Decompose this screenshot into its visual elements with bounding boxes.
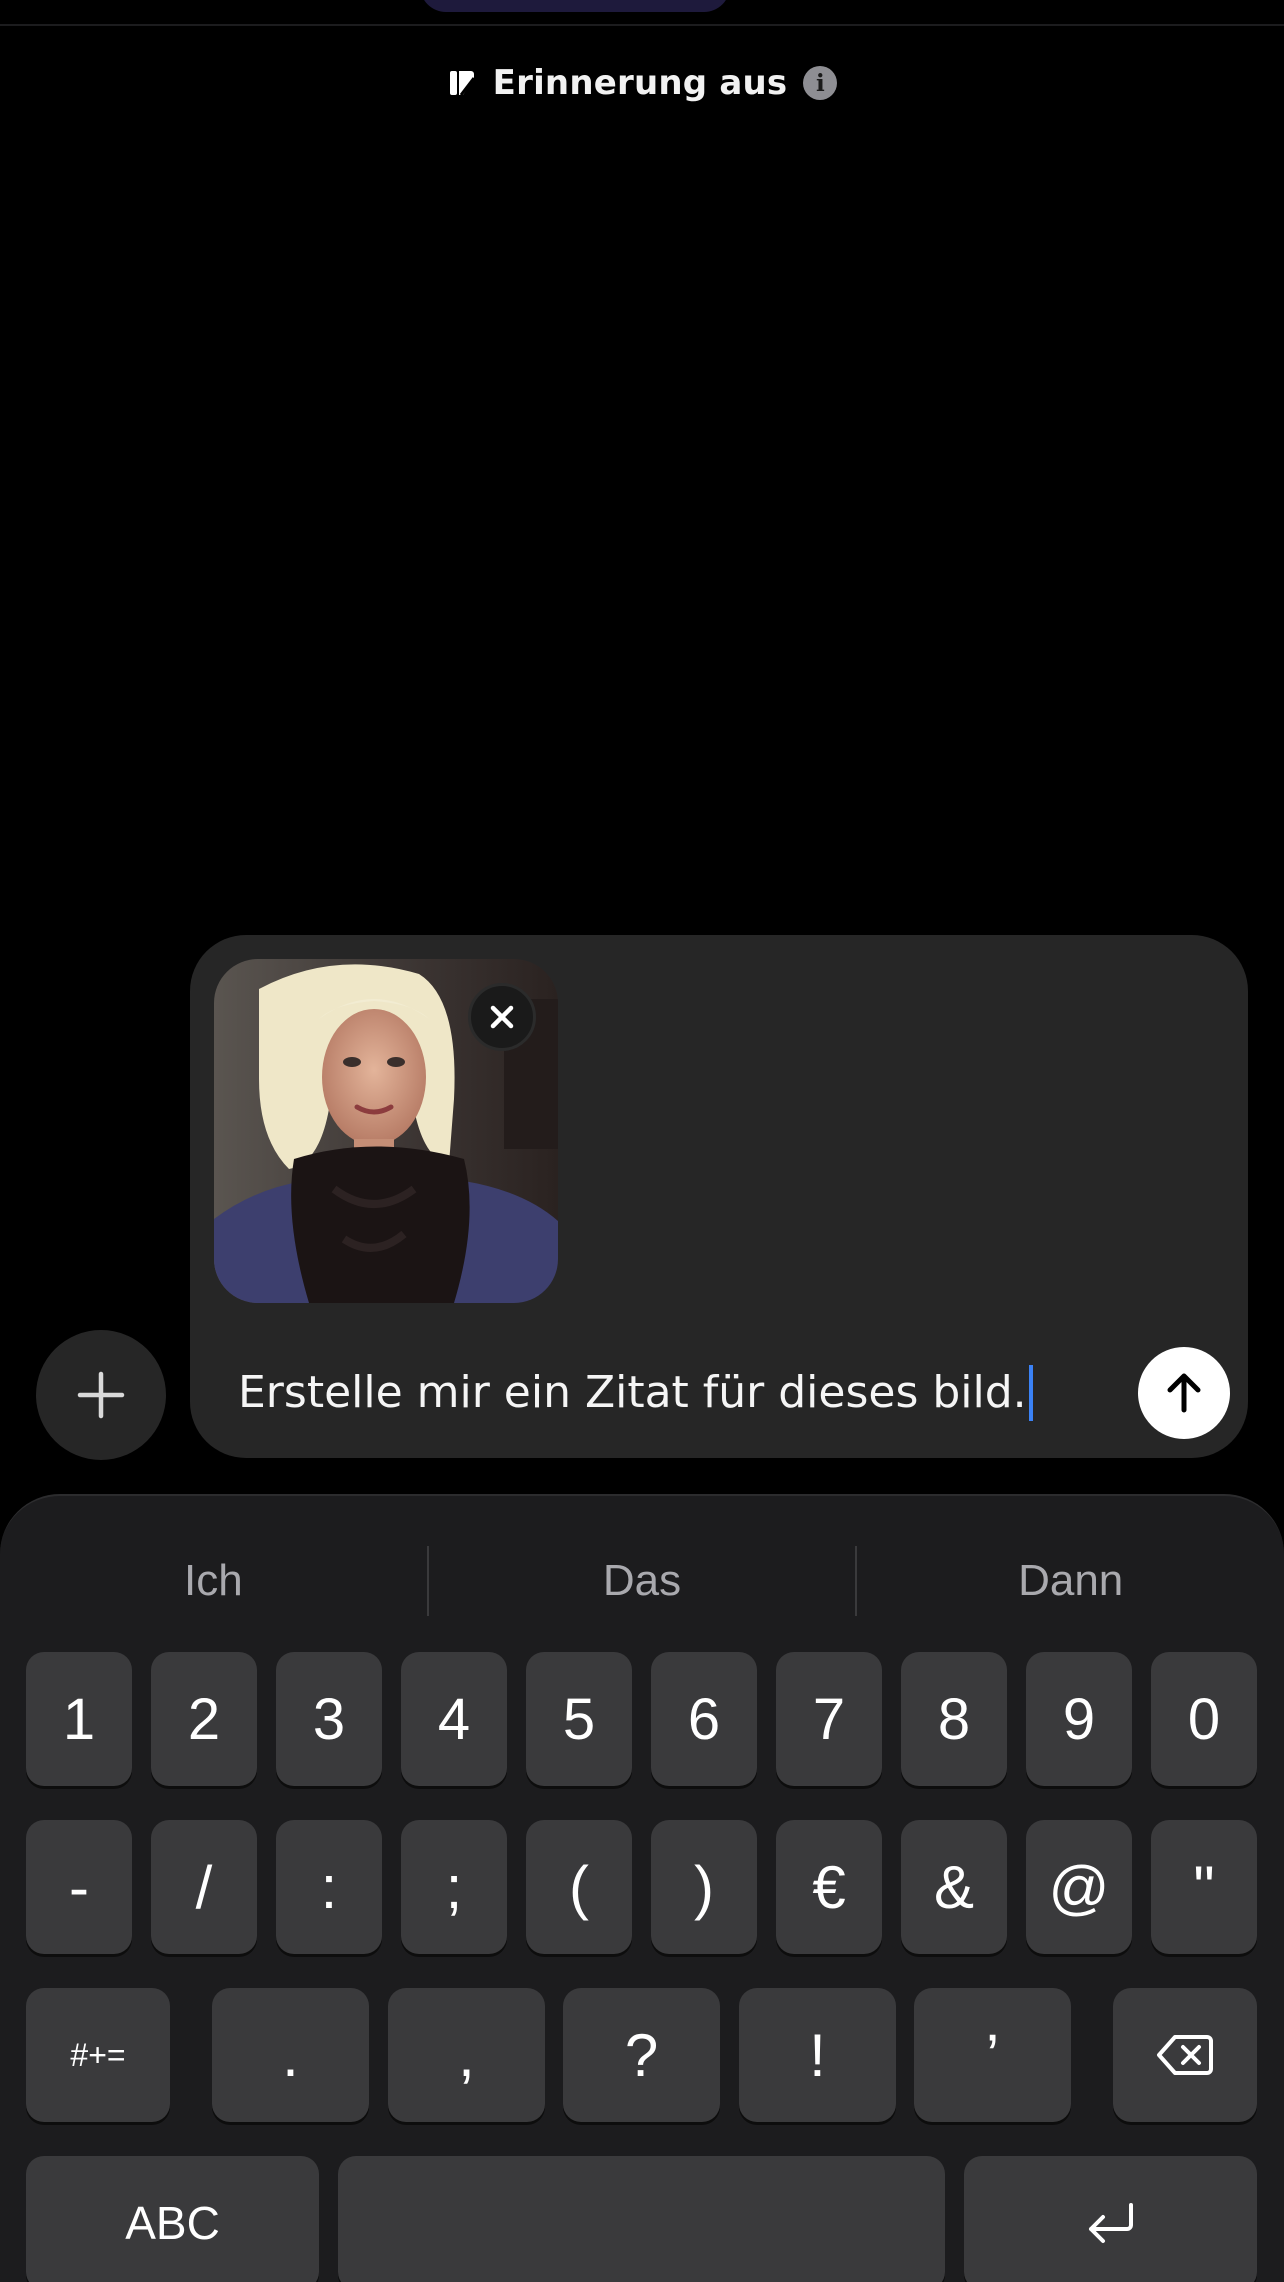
message-input-text: Erstelle mir ein Zitat für dieses bild. [238, 1367, 1027, 1418]
close-icon [490, 1005, 514, 1029]
return-icon [1088, 2203, 1133, 2243]
key-8[interactable]: 8 [901, 1652, 1007, 1786]
key-apostrophe[interactable]: ’ [914, 1988, 1071, 2122]
suggestion-bar: Ich Das Dann [0, 1526, 1284, 1636]
key-at[interactable]: @ [1026, 1820, 1132, 1954]
key-question[interactable]: ? [563, 1988, 720, 2122]
key-0[interactable]: 0 [1151, 1652, 1257, 1786]
keyboard: Ich Das Dann 1 2 3 4 5 6 7 8 9 0 - / : ;… [0, 1494, 1284, 2282]
key-comma[interactable]: , [388, 1988, 545, 2122]
key-hyphen[interactable]: - [26, 1820, 132, 1954]
key-more-symbols[interactable]: #+= [26, 1988, 170, 2122]
remove-attachment-button[interactable] [468, 983, 536, 1051]
backspace-icon [1157, 2035, 1213, 2075]
message-input[interactable]: Erstelle mir ein Zitat für dieses bild. [238, 1365, 1033, 1421]
key-euro[interactable]: € [776, 1820, 882, 1954]
key-3[interactable]: 3 [276, 1652, 382, 1786]
arrow-up-icon [1167, 1373, 1201, 1413]
key-abc[interactable]: ABC [26, 2156, 319, 2282]
suggestion-item[interactable]: Das [429, 1556, 856, 1606]
key-colon[interactable]: : [276, 1820, 382, 1954]
key-slash[interactable]: / [151, 1820, 257, 1954]
key-delete[interactable] [1113, 1988, 1257, 2122]
key-return[interactable] [964, 2156, 1257, 2282]
header-pill [420, 0, 730, 12]
suggestion-item[interactable]: Ich [0, 1556, 427, 1606]
key-period[interactable]: . [212, 1988, 369, 2122]
text-cursor [1028, 1365, 1033, 1421]
key-9[interactable]: 9 [1026, 1652, 1132, 1786]
key-quote[interactable]: " [1151, 1820, 1257, 1954]
header-divider [0, 24, 1284, 26]
memory-label: Erinnerung aus [492, 63, 788, 103]
key-space[interactable] [338, 2156, 945, 2282]
key-exclamation[interactable]: ! [739, 1988, 896, 2122]
key-2[interactable]: 2 [151, 1652, 257, 1786]
key-semicolon[interactable]: ; [401, 1820, 507, 1954]
key-1[interactable]: 1 [26, 1652, 132, 1786]
plus-icon [77, 1371, 125, 1419]
send-button[interactable] [1138, 1347, 1230, 1439]
memory-icon [449, 71, 475, 96]
memory-status[interactable]: Erinnerung aus i [0, 58, 1284, 108]
key-4[interactable]: 4 [401, 1652, 507, 1786]
key-6[interactable]: 6 [651, 1652, 757, 1786]
info-icon[interactable]: i [803, 66, 838, 100]
key-ampersand[interactable]: & [901, 1820, 1007, 1954]
key-close-paren[interactable]: ) [651, 1820, 757, 1954]
message-composer[interactable]: Erstelle mir ein Zitat für dieses bild. [190, 935, 1248, 1458]
add-attachment-button[interactable] [36, 1330, 166, 1460]
key-7[interactable]: 7 [776, 1652, 882, 1786]
key-open-paren[interactable]: ( [526, 1820, 632, 1954]
suggestion-item[interactable]: Dann [857, 1556, 1284, 1606]
key-5[interactable]: 5 [526, 1652, 632, 1786]
